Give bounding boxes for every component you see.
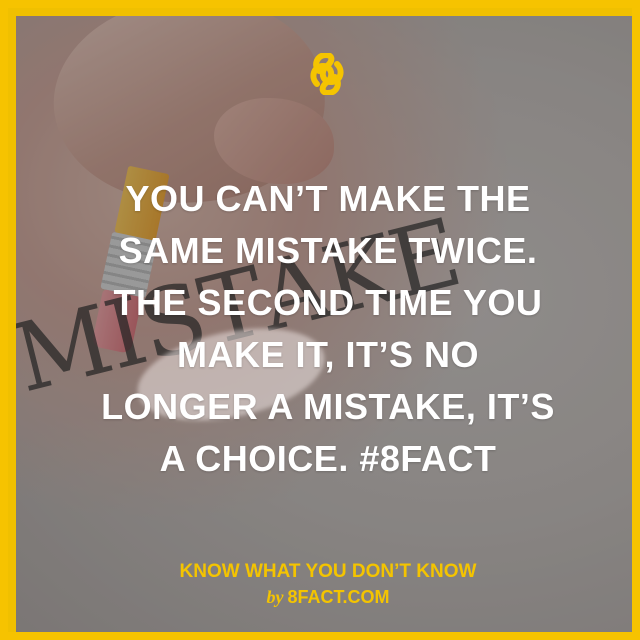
quote-text: YOU CAN’T MAKE THE SAME MISTAKE TWICE. T…: [48, 173, 608, 485]
quote-line: MAKE IT, IT’S NO: [176, 334, 479, 375]
by-label: by: [266, 587, 284, 607]
quote-line: SAME MISTAKE TWICE.: [118, 230, 538, 271]
footer: KNOW WHAT YOU DON’T KNOW by 8FACT.COM: [8, 561, 632, 608]
footer-byline: by 8FACT.COM: [8, 586, 632, 608]
infinity-8-logo-icon: [310, 53, 344, 95]
quote-line: A CHOICE. #8FACT: [159, 438, 497, 479]
quote-card-frame: MISTAKE YOU CAN’T MAKE THE SAME MISTAKE …: [0, 0, 640, 640]
thumb-image: [214, 98, 334, 184]
quote-line: LONGER A MISTAKE, IT’S: [101, 386, 555, 427]
footer-tagline: KNOW WHAT YOU DON’T KNOW: [179, 561, 477, 582]
site-name: 8FACT.COM: [287, 587, 390, 607]
quote-line: YOU CAN’T MAKE THE: [125, 178, 531, 219]
quote-line: THE SECOND TIME YOU: [113, 282, 543, 323]
